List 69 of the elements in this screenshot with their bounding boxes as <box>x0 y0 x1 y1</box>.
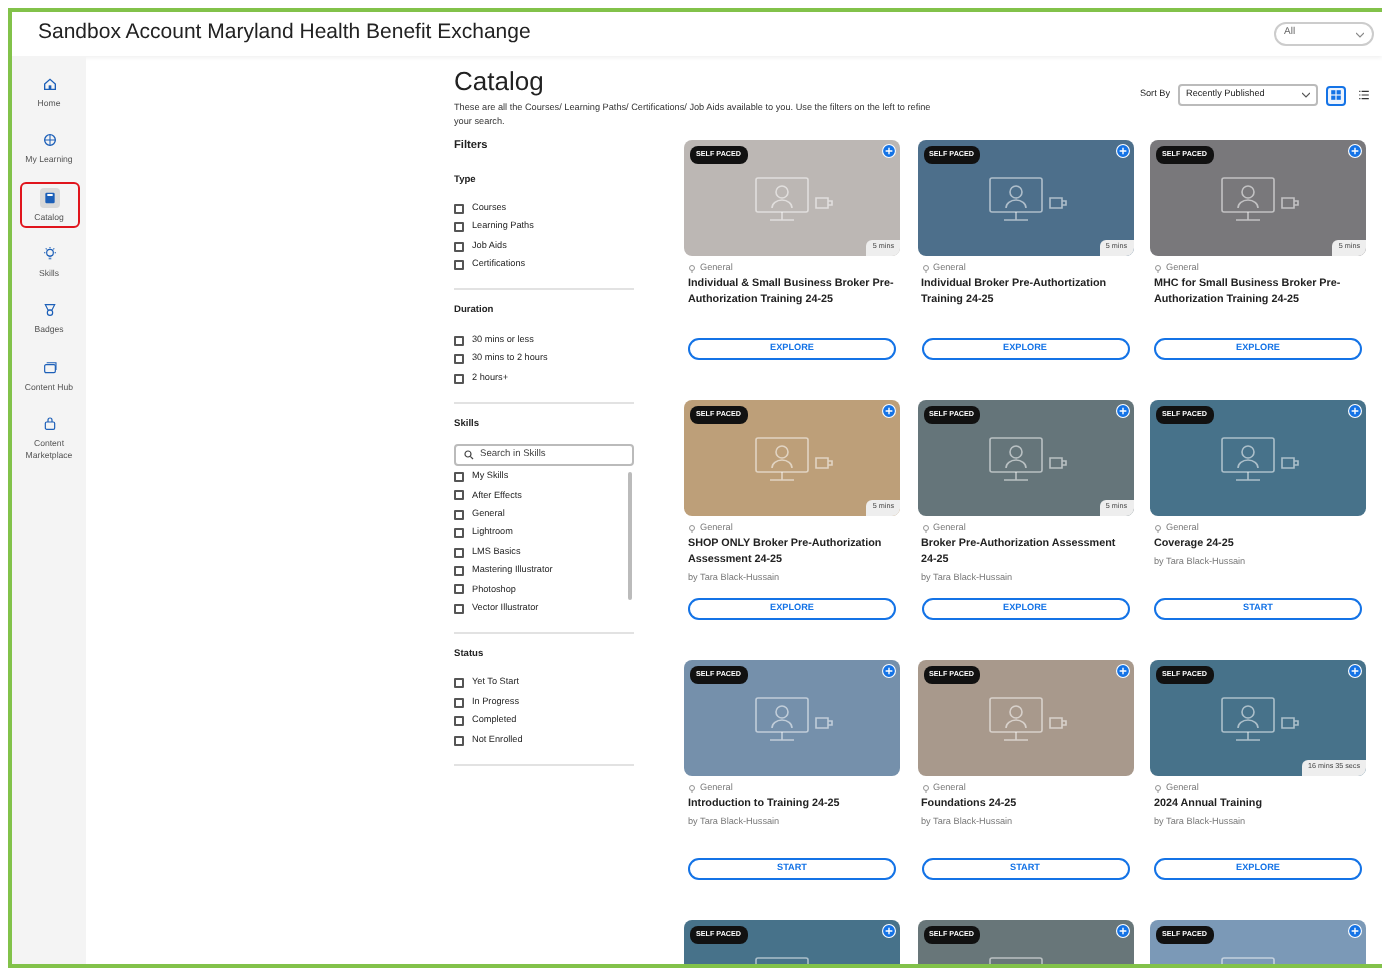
checkbox[interactable] <box>454 735 464 746</box>
illustration-drawing <box>1221 437 1299 482</box>
illustration-drawing <box>988 437 1066 482</box>
checkbox[interactable] <box>454 335 464 346</box>
illustration-drawing <box>755 437 833 482</box>
lightbulb-icon <box>688 264 696 275</box>
add-icon[interactable] <box>1348 144 1362 159</box>
list-view-icon <box>1358 88 1370 102</box>
lightbulb-icon <box>921 264 929 275</box>
lightbulb-icon <box>921 524 929 535</box>
page-title: Catalog <box>454 68 546 94</box>
checkbox[interactable] <box>454 241 464 252</box>
checkbox[interactable] <box>454 566 464 577</box>
lightbulb-icon <box>921 784 929 795</box>
bag-icon <box>39 414 59 435</box>
caret-icon <box>1356 31 1364 37</box>
checkbox[interactable] <box>454 203 464 214</box>
lightbulb-icon <box>1154 264 1162 275</box>
book-icon <box>39 187 59 208</box>
checkbox[interactable] <box>454 678 464 689</box>
scrollbar[interactable] <box>628 471 632 600</box>
lightbulb-icon <box>1154 524 1162 535</box>
add-icon[interactable] <box>1115 404 1129 419</box>
checkbox[interactable] <box>454 472 464 483</box>
checkbox[interactable] <box>454 547 464 558</box>
illustration-drawing <box>755 177 833 222</box>
lightbulb-icon <box>688 784 696 795</box>
illustration-drawing <box>988 697 1066 742</box>
grid-view-icon <box>1330 88 1342 102</box>
illustration-drawing <box>1221 957 1275 964</box>
add-icon[interactable] <box>1115 924 1129 939</box>
globe-icon <box>39 130 59 151</box>
window-icon <box>39 357 59 378</box>
checkbox[interactable] <box>454 373 464 384</box>
checkbox[interactable] <box>454 509 464 520</box>
illustration-drawing <box>755 697 833 742</box>
checkbox[interactable] <box>454 603 464 614</box>
illustration-drawing <box>1221 177 1299 222</box>
checkbox[interactable] <box>454 222 464 233</box>
add-icon[interactable] <box>1348 404 1362 419</box>
add-icon[interactable] <box>882 404 896 419</box>
checkbox[interactable] <box>454 354 464 365</box>
lightbulb-icon <box>39 244 59 265</box>
add-icon[interactable] <box>1348 664 1362 679</box>
view-toggle[interactable] <box>1326 85 1346 105</box>
add-icon[interactable] <box>882 924 896 939</box>
view-toggle[interactable] <box>1354 85 1374 105</box>
illustration-drawing <box>1221 697 1299 742</box>
checkbox[interactable] <box>454 584 464 595</box>
checkbox[interactable] <box>454 528 464 539</box>
house-icon <box>39 74 59 94</box>
search-icon <box>464 449 474 460</box>
checkbox[interactable] <box>454 260 464 271</box>
add-icon[interactable] <box>1115 664 1129 679</box>
trophy-icon <box>39 300 59 321</box>
caret-icon <box>1302 92 1310 98</box>
add-icon[interactable] <box>882 144 896 159</box>
add-icon[interactable] <box>1348 924 1362 939</box>
lightbulb-icon <box>688 524 696 535</box>
checkbox[interactable] <box>454 716 464 727</box>
checkbox[interactable] <box>454 697 464 708</box>
illustration-drawing <box>755 957 809 964</box>
add-icon[interactable] <box>882 664 896 679</box>
lightbulb-icon <box>1154 784 1162 795</box>
add-icon[interactable] <box>1115 144 1129 159</box>
illustration-drawing <box>988 177 1066 222</box>
illustration-drawing <box>988 957 1042 964</box>
site-title: Sandbox Account Maryland Health Benefit Exchange <box>38 18 531 49</box>
checkbox[interactable] <box>454 490 464 501</box>
